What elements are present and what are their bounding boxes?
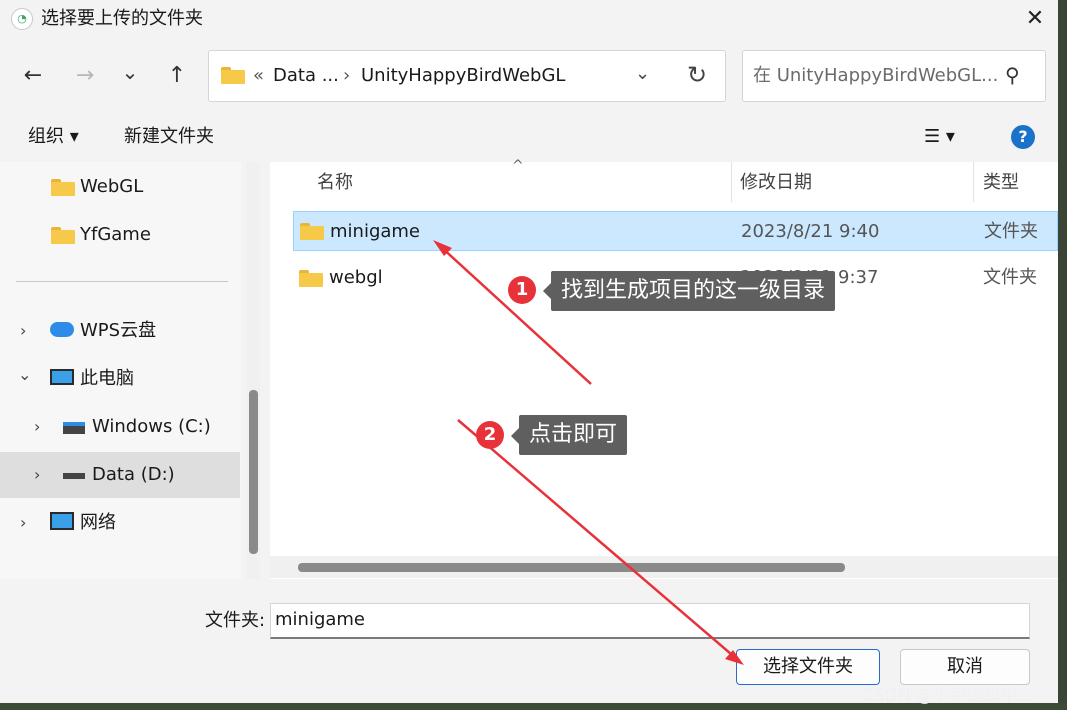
callout-pointer [543,283,551,299]
callout-step-1: 找到生成项目的这一级目录 [551,271,836,311]
step-badge-2: 2 [476,421,504,449]
annotation-arrow-1 [439,245,592,385]
annotation-arrows [433,240,744,665]
annotation-arrow-2 [457,419,739,661]
callout-step-2: 点击即可 [519,415,628,455]
callout-pointer [511,428,519,444]
step-badge-1: 1 [508,276,536,304]
watermark-text: CSDN @小尹编码中... [862,686,1035,706]
